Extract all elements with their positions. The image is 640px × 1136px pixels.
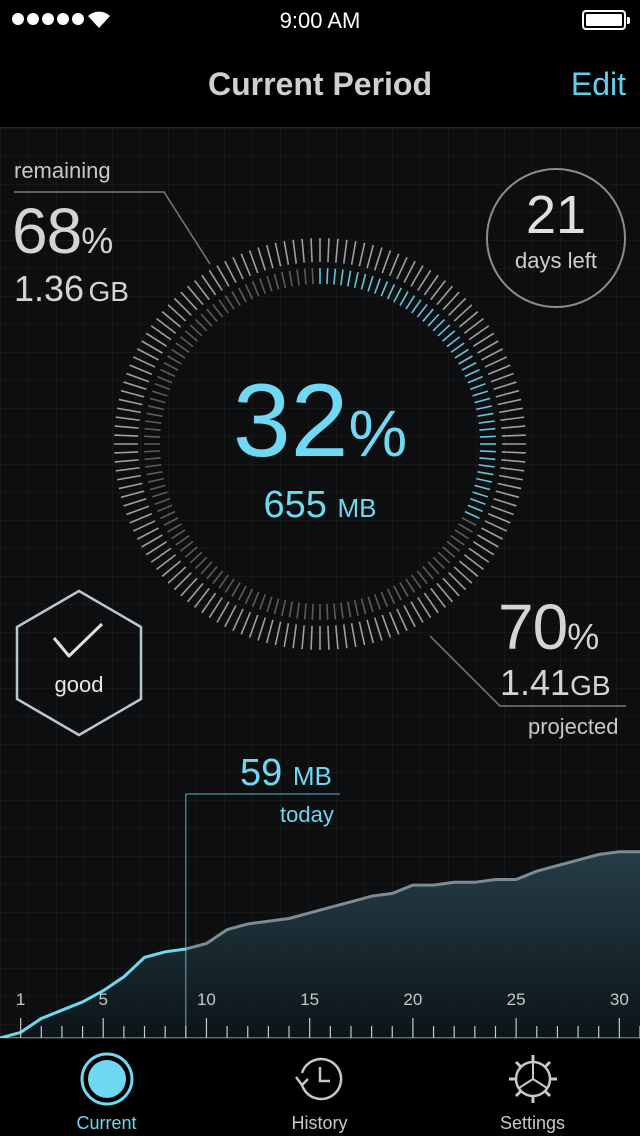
x-tick-label: 30 bbox=[609, 990, 629, 1009]
usage-area bbox=[0, 851, 640, 1038]
tab-history-label: History bbox=[291, 1113, 348, 1133]
x-tick-label: 1 bbox=[15, 990, 26, 1009]
x-tick-label: 15 bbox=[300, 990, 320, 1009]
current-icon bbox=[80, 1052, 133, 1106]
history-icon bbox=[294, 1057, 342, 1101]
tab-bar: Current History Settings bbox=[0, 1038, 640, 1136]
x-tick-label: 25 bbox=[506, 990, 526, 1009]
x-tick-label: 10 bbox=[196, 990, 216, 1009]
x-tick-label: 20 bbox=[403, 990, 423, 1009]
tab-settings[interactable]: Settings bbox=[426, 1039, 639, 1136]
x-tick-label: 5 bbox=[98, 990, 108, 1009]
tab-current-label: Current bbox=[76, 1113, 137, 1133]
tab-settings-label: Settings bbox=[499, 1113, 566, 1133]
tab-current[interactable]: Current bbox=[0, 1039, 213, 1136]
tab-history[interactable]: History bbox=[213, 1039, 426, 1136]
settings-icon bbox=[508, 1055, 557, 1103]
usage-chart bbox=[0, 793, 640, 1040]
